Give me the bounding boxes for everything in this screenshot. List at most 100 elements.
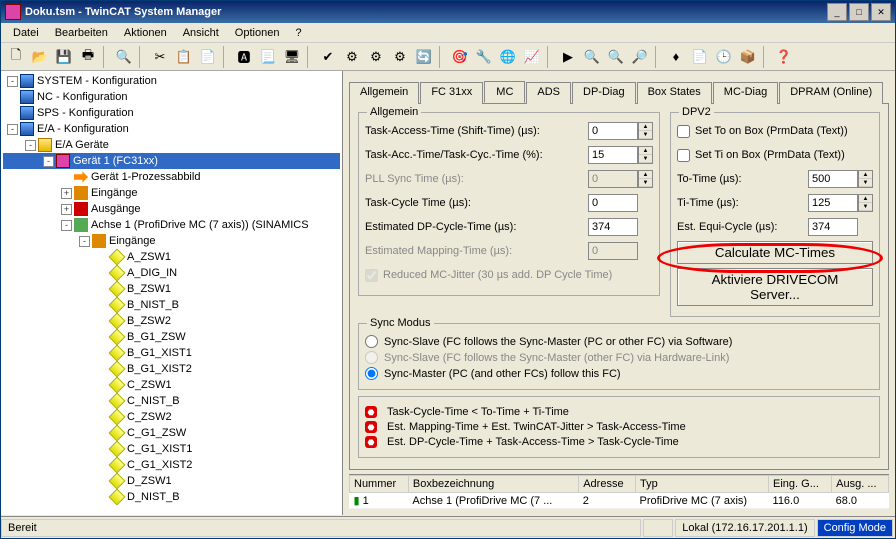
tree-node[interactable]: +Eingänge [3,185,340,201]
close-button[interactable]: ✕ [871,3,891,21]
collapse-icon[interactable]: - [43,156,54,167]
tb-btn-icon[interactable]: ♦ [665,46,687,68]
menu-aktionen[interactable]: Aktionen [116,25,175,41]
tree-node[interactable]: B_ZSW2 [3,313,340,329]
input-est-dp[interactable] [588,218,638,236]
collapse-icon[interactable]: - [7,124,18,135]
tab-dpram-online-[interactable]: DPRAM (Online) [779,82,883,104]
input-to-time[interactable] [808,170,858,188]
collapse-icon[interactable]: - [7,76,18,87]
input-task-cycle[interactable] [588,194,638,212]
tree-node[interactable]: A_DIG_IN [3,265,340,281]
spinner[interactable]: ▲▼ [858,170,873,188]
tb-btn-icon[interactable]: 🔄 [413,46,435,68]
tree-node[interactable]: C_G1_XIST1 [3,441,340,457]
tree-node[interactable]: C_ZSW1 [3,377,340,393]
col-eing[interactable]: Eing. G... [769,476,832,493]
calculate-mc-times-button[interactable]: Calculate MC-Times [677,241,873,264]
tree-node[interactable]: B_G1_XIST2 [3,361,340,377]
tb-btn-icon[interactable]: 📦 [737,46,759,68]
tab-allgemein[interactable]: Allgemein [349,82,419,104]
tree-node[interactable]: C_G1_ZSW [3,425,340,441]
tb-btn-icon[interactable]: 🕒 [713,46,735,68]
col-nummer[interactable]: Nummer [350,476,409,493]
collapse-icon[interactable]: - [61,220,72,231]
tree-node[interactable]: A_ZSW1 [3,249,340,265]
maximize-button[interactable]: □ [849,3,869,21]
tb-btn-icon[interactable]: 📄 [689,46,711,68]
tab-fc-31xx[interactable]: FC 31xx [420,82,483,104]
col-boxbez[interactable]: Boxbezeichnung [408,476,578,493]
tree-panel[interactable]: -SYSTEM - KonfigurationNC - Konfiguratio… [1,71,343,515]
tb-search-icon[interactable]: 🔍 [113,46,135,68]
expand-icon[interactable]: + [61,188,72,199]
input-task-access[interactable] [588,122,638,140]
collapse-icon[interactable]: - [25,140,36,151]
tb-btn-icon[interactable]: 🔍 [605,46,627,68]
spinner[interactable]: ▲▼ [858,194,873,212]
tb-btn-icon[interactable]: 📃 [257,46,279,68]
tree-node[interactable]: -SYSTEM - Konfiguration [3,73,340,89]
activate-drivecom-button[interactable]: Aktiviere DRIVECOM Server... [677,268,873,306]
tb-btn-icon[interactable]: 🖥 [281,46,303,68]
tree-node[interactable]: -E/A - Konfiguration [3,121,340,137]
menu-help[interactable]: ? [287,25,309,41]
col-typ[interactable]: Typ [636,476,769,493]
table-row[interactable]: ▮ 1 Achse 1 (ProfiDrive MC (7 ... 2 Prof… [350,493,889,509]
tb-btn-icon[interactable]: 🌐 [497,46,519,68]
tb-btn-icon[interactable]: 🅰 [233,46,255,68]
menu-bearbeiten[interactable]: Bearbeiten [47,25,116,41]
tree-node[interactable]: -Eingänge [3,233,340,249]
spinner[interactable]: ▲▼ [638,146,653,164]
tb-help-icon[interactable]: ❓ [773,46,795,68]
tab-dp-diag[interactable]: DP-Diag [572,82,636,104]
tree-node[interactable]: -Achse 1 (ProfiDrive MC (7 axis)) (SINAM… [3,217,340,233]
tb-btn-icon[interactable]: ▶ [557,46,579,68]
tab-ads[interactable]: ADS [526,82,571,104]
tb-btn-icon[interactable]: 📈 [521,46,543,68]
tb-save-icon[interactable]: 💾 [53,46,75,68]
radio-sync-master[interactable] [365,367,378,380]
collapse-icon[interactable]: - [79,236,90,247]
tab-mc[interactable]: MC [484,81,525,103]
tb-paste-icon[interactable]: 📄 [197,46,219,68]
tb-new-icon[interactable]: 🗋 [5,46,27,68]
input-ti-time[interactable] [808,194,858,212]
tb-btn-icon[interactable]: 🔧 [473,46,495,68]
tree-node[interactable]: C_ZSW2 [3,409,340,425]
tree-node[interactable]: +Ausgänge [3,201,340,217]
spinner[interactable]: ▲▼ [638,122,653,140]
tree-node[interactable]: -E/A Geräte [3,137,340,153]
tree-node[interactable]: B_G1_ZSW [3,329,340,345]
chk-set-to[interactable] [677,125,690,138]
tree-node[interactable]: B_G1_XIST1 [3,345,340,361]
input-task-acc-cyc[interactable] [588,146,638,164]
tree-node[interactable]: B_ZSW1 [3,281,340,297]
tree-node[interactable]: C_NIST_B [3,393,340,409]
tab-mc-diag[interactable]: MC-Diag [713,82,778,104]
input-est-equi[interactable] [808,218,858,236]
minimize-button[interactable]: _ [827,3,847,21]
tb-btn-icon[interactable]: ⚙ [341,46,363,68]
col-ausg[interactable]: Ausg. ... [832,476,889,493]
radio-sync-slave-sw[interactable] [365,335,378,348]
tree-node[interactable]: -Gerät 1 (FC31xx) [3,153,340,169]
tb-btn-icon[interactable]: 🎯 [449,46,471,68]
tree-node[interactable]: B_NIST_B [3,297,340,313]
expand-icon[interactable]: + [61,204,72,215]
menu-ansicht[interactable]: Ansicht [175,25,227,41]
tree-node[interactable]: NC - Konfiguration [3,89,340,105]
tb-cut-icon[interactable]: ✂ [149,46,171,68]
tb-open-icon[interactable]: 📂 [29,46,51,68]
tb-btn-icon[interactable]: 🔍 [581,46,603,68]
tb-btn-icon[interactable]: 🔎 [629,46,651,68]
tb-btn-icon[interactable]: ⚙ [389,46,411,68]
menu-datei[interactable]: Datei [5,25,47,41]
menu-optionen[interactable]: Optionen [227,25,288,41]
tb-btn-icon[interactable]: ⚙ [365,46,387,68]
tree-node[interactable]: SPS - Konfiguration [3,105,340,121]
col-adresse[interactable]: Adresse [579,476,636,493]
tb-saveall-icon[interactable]: 🖶 [77,46,99,68]
tree-node[interactable]: D_NIST_B [3,489,340,505]
tb-copy-icon[interactable]: 📋 [173,46,195,68]
